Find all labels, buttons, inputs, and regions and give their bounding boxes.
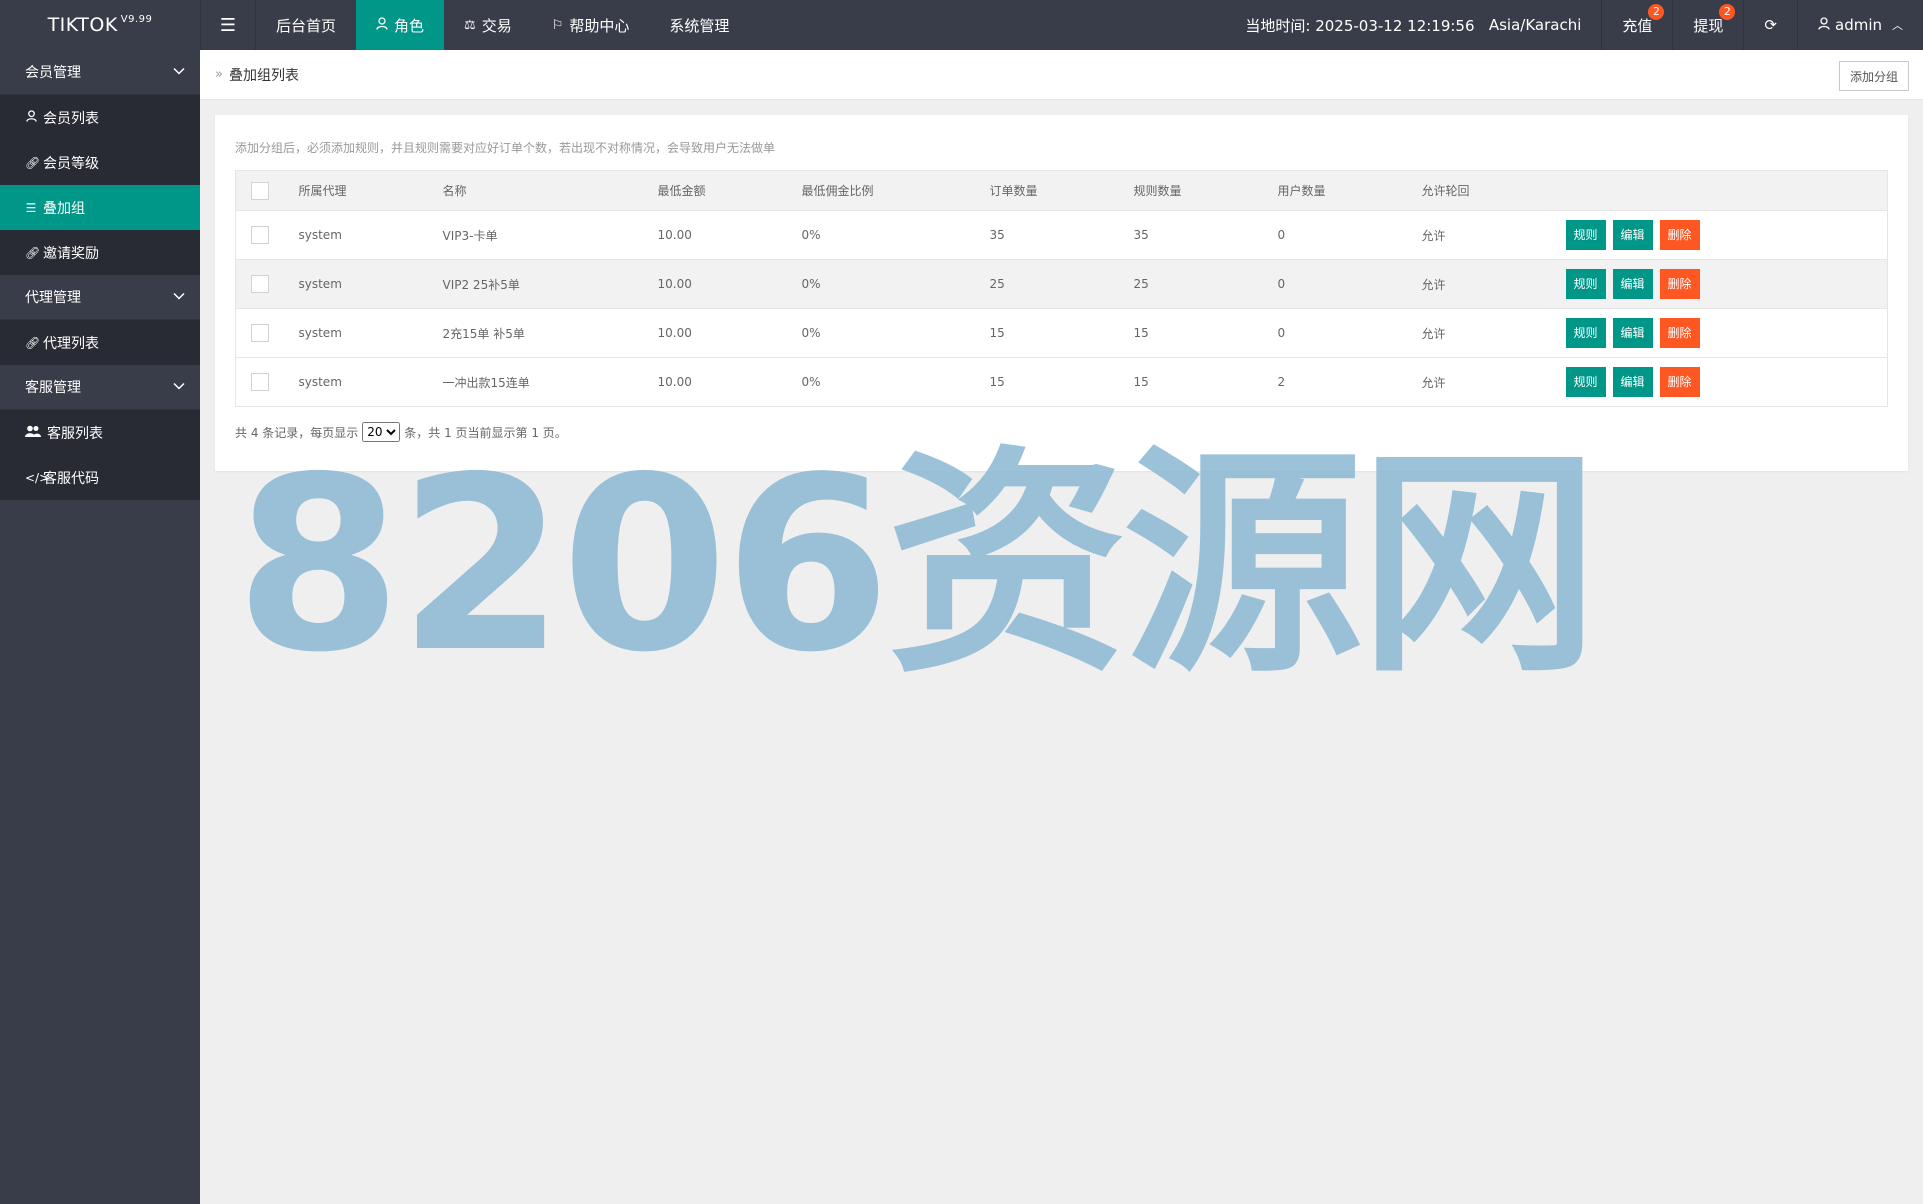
scale-icon: ⚖ — [464, 17, 476, 33]
user-name: admin — [1835, 16, 1882, 34]
pagination: 共 4 条记录，每页显示 20 条，共 1 页当前显示第 1 页。 — [235, 422, 567, 442]
delete-button[interactable]: 删除 — [1659, 367, 1700, 397]
col-user-count: 用户数量 — [1277, 170, 1422, 211]
sidebar-toggle-button[interactable]: ☰ — [200, 0, 256, 50]
page-size-select[interactable]: 20 — [362, 422, 401, 442]
chevron-down-icon: ︿ — [1892, 19, 1903, 32]
row-checkbox[interactable] — [251, 373, 269, 391]
timezone-label: Asia/Karachi — [1488, 16, 1582, 34]
col-allow-loop: 允许轮回 — [1421, 170, 1566, 211]
menu-icon: ☰ — [219, 14, 237, 36]
col-min-amount: 最低金额 — [657, 170, 802, 211]
sidebar-item-stack-group[interactable]: ☰ 叠加组 — [0, 185, 200, 230]
user-icon — [25, 110, 37, 125]
sidebar-group-member[interactable]: 会员管理 — [0, 50, 200, 95]
nav-role[interactable]: 角色 — [356, 0, 445, 50]
table-row: system 2充15单 补5单 10.00 0% 15 15 0 允许 规则编… — [235, 308, 1888, 358]
edit-button[interactable]: 编辑 — [1612, 269, 1653, 299]
rule-button[interactable]: 规则 — [1565, 220, 1606, 250]
refresh-icon: ⟳ — [1764, 16, 1777, 34]
logo-text: TIKTOK — [47, 14, 118, 36]
flag-icon: ⚐ — [551, 17, 564, 33]
link-icon: 🔗︎ — [25, 155, 41, 170]
nav-help[interactable]: ⚐ 帮助中心 — [532, 0, 650, 50]
rule-button[interactable]: 规则 — [1565, 367, 1606, 397]
table-header-row: 所属代理 名称 最低金额 最低佣金比例 订单数量 规则数量 用户数量 允许轮回 — [235, 170, 1888, 211]
edit-button[interactable]: 编辑 — [1612, 318, 1653, 348]
sidebar-item-service-list[interactable]: 客服列表 — [0, 410, 200, 455]
link-icon: 🔗︎ — [25, 335, 41, 350]
top-right-bar: 当地时间: 2025-03-12 12:19:56 Asia/Karachi 充… — [1225, 0, 1923, 50]
col-actions — [1565, 170, 1888, 211]
sidebar-item-member-list[interactable]: 会员列表 — [0, 95, 200, 140]
row-checkbox[interactable] — [251, 275, 269, 293]
sidebar-item-invite-reward[interactable]: 🔗︎ 邀请奖励 — [0, 230, 200, 275]
user-icon — [1818, 16, 1830, 34]
version-label: V9.99 — [120, 13, 153, 25]
user-menu[interactable]: admin ︿ — [1797, 0, 1923, 50]
delete-button[interactable]: 删除 — [1659, 318, 1700, 348]
sidebar-item-service-code[interactable]: </> 客服代码 — [0, 455, 200, 500]
col-agent: 所属代理 — [298, 170, 443, 211]
table-row: system VIP2 25补5单 10.00 0% 25 25 0 允许 规则… — [235, 259, 1888, 309]
nav-trade[interactable]: ⚖ 交易 — [444, 0, 532, 50]
list-icon: ☰ — [25, 200, 37, 215]
edit-button[interactable]: 编辑 — [1612, 367, 1653, 397]
code-icon: </> — [25, 470, 50, 485]
main-content: » 叠加组列表 添加分组 添加分组后，必须添加规则，并且规则需要对应好订单个数，… — [200, 50, 1923, 1204]
recharge-button[interactable]: 充值 2 — [1601, 0, 1672, 50]
table-row: system 一冲出款15连单 10.00 0% 15 15 2 允许 规则 编辑… — [235, 357, 1888, 407]
delete-button[interactable]: 删除 — [1659, 269, 1700, 299]
col-order-count: 订单数量 — [989, 170, 1134, 211]
top-nav: ☰ 后台首页 角色 ⚖ 交易 ⚐ 帮助中心 系统管理 — [200, 0, 749, 50]
double-chevron-icon: » — [215, 67, 223, 82]
sidebar-group-agent[interactable]: 代理管理 — [0, 275, 200, 320]
page-title: 叠加组列表 — [228, 67, 299, 84]
nav-system[interactable]: 系统管理 — [649, 0, 749, 50]
local-time: 当地时间: 2025-03-12 12:19:56 Asia/Karachi — [1245, 16, 1582, 35]
col-name: 名称 — [442, 170, 658, 211]
app-logo[interactable]: TIKTOK V9.99 — [0, 0, 200, 50]
table-row: system VIP3-卡单 10.00 0% 35 35 0 允许 规则 编辑删… — [235, 210, 1888, 260]
rule-button[interactable]: 规则 — [1565, 318, 1606, 348]
select-all-checkbox[interactable] — [251, 181, 269, 200]
refresh-button[interactable]: ⟳ — [1743, 0, 1797, 50]
col-min-commission: 最低佣金比例 — [801, 170, 990, 211]
group-table: 所属代理 名称 最低金额 最低佣金比例 订单数量 规则数量 用户数量 允许轮回 … — [235, 170, 1888, 407]
row-checkbox[interactable] — [251, 226, 269, 244]
withdraw-badge: 2 — [1719, 4, 1736, 20]
tip-text: 添加分组后，必须添加规则，并且规则需要对应好订单个数，若出现不对称情况，会导致用… — [235, 141, 776, 155]
top-header: TIKTOK V9.99 ☰ 后台首页 角色 ⚖ 交易 ⚐ 帮助中心 系统管理 当… — [0, 0, 1923, 50]
edit-button[interactable]: 编辑 — [1612, 220, 1653, 250]
sidebar-group-service[interactable]: 客服管理 — [0, 365, 200, 410]
row-checkbox[interactable] — [251, 324, 269, 342]
col-rule-count: 规则数量 — [1133, 170, 1278, 211]
users-icon — [25, 425, 41, 440]
chevron-down-icon — [173, 292, 185, 300]
delete-button[interactable]: 删除 — [1659, 220, 1700, 250]
user-icon — [376, 16, 388, 34]
link-icon: 🔗︎ — [25, 245, 41, 260]
sidebar-item-member-level[interactable]: 🔗︎ 会员等级 — [0, 140, 200, 185]
chevron-down-icon — [173, 67, 185, 75]
nav-home[interactable]: 后台首页 — [256, 0, 356, 50]
content-card: 添加分组后，必须添加规则，并且规则需要对应好订单个数，若出现不对称情况，会导致用… — [215, 115, 1908, 471]
chevron-down-icon — [173, 382, 185, 390]
rule-button[interactable]: 规则 — [1565, 269, 1606, 299]
add-group-button[interactable]: 添加分组 — [1838, 61, 1909, 91]
sidebar: 会员管理 会员列表 🔗︎ 会员等级 ☰ 叠加组 🔗︎ 邀请奖励 代理管理 🔗︎ … — [0, 50, 200, 1204]
sidebar-item-agent-list[interactable]: 🔗︎ 代理列表 — [0, 320, 200, 365]
withdraw-button[interactable]: 提现 2 — [1672, 0, 1743, 50]
breadcrumb: » 叠加组列表 添加分组 — [200, 50, 1923, 100]
recharge-badge: 2 — [1648, 4, 1665, 20]
